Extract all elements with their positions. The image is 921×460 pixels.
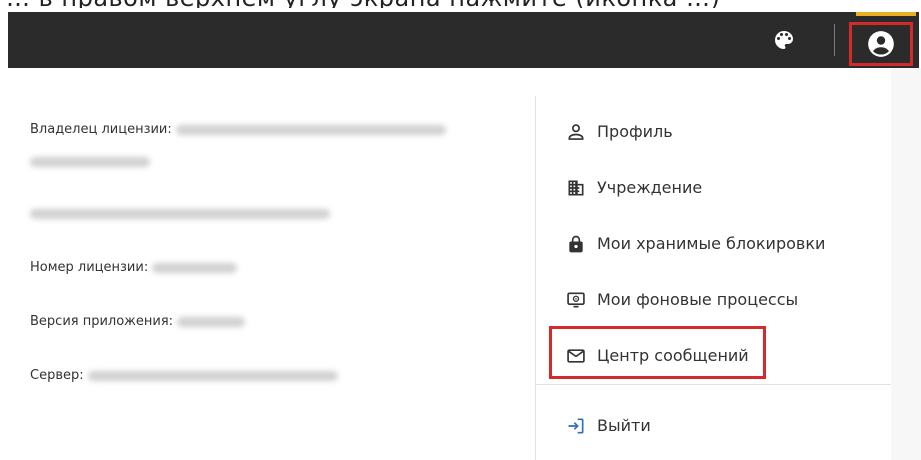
- palette-icon: [775, 31, 793, 49]
- license-owner-row: Владелец лицензии:: [30, 122, 446, 137]
- lock-icon: [569, 235, 583, 253]
- menu-item-stored-locks[interactable]: Мои хранимые блокировки: [536, 224, 892, 264]
- accent-strip: [856, 12, 916, 16]
- menu-item-label: Мои хранимые блокировки: [597, 234, 826, 253]
- app-screen: … в правом верхнем углу экрана нажмите (…: [0, 0, 921, 460]
- background-edge: [891, 68, 921, 460]
- menu-item-profile[interactable]: Профиль: [536, 112, 892, 152]
- menu-item-logout[interactable]: Выйти: [536, 406, 892, 446]
- redacted-value: [87, 370, 338, 381]
- account-button[interactable]: [849, 22, 913, 66]
- redacted-value: [30, 156, 150, 167]
- license-owner-label: Владелец лицензии:: [30, 122, 172, 137]
- menu-divider: [536, 384, 892, 385]
- menu-item-label: Профиль: [597, 122, 673, 141]
- mail-icon: [567, 349, 585, 363]
- server-label: Сервер:: [30, 368, 84, 383]
- logout-icon: [568, 418, 584, 434]
- redacted-value: [30, 208, 330, 219]
- toolbar-divider: [834, 24, 835, 56]
- monitor-icon: [567, 292, 585, 308]
- menu-item-background-processes[interactable]: Мои фоновые процессы: [536, 280, 892, 320]
- menu-item-message-center[interactable]: Центр сообщений: [536, 336, 892, 376]
- menu-item-institution[interactable]: Учреждение: [536, 168, 892, 208]
- top-app-bar: [8, 12, 919, 68]
- server-row: Сервер:: [30, 368, 338, 383]
- person-icon: [568, 124, 584, 140]
- theme-button[interactable]: [772, 28, 796, 52]
- license-owner-row-3: [30, 206, 330, 221]
- app-version-label: Версия приложения:: [30, 314, 174, 329]
- building-icon: [568, 180, 584, 196]
- license-number-row: Номер лицензии:: [30, 260, 238, 275]
- menu-item-label: Центр сообщений: [597, 346, 749, 365]
- account-circle-icon: [868, 31, 894, 57]
- redacted-value: [152, 262, 238, 273]
- redacted-value: [177, 316, 246, 327]
- menu-item-label: Выйти: [597, 416, 651, 435]
- user-dropdown-menu: Профиль Учреждение Мои хранимые блокиров…: [535, 96, 892, 460]
- cropped-caption: … в правом верхнем углу экрана нажмите (…: [0, 0, 921, 8]
- license-number-label: Номер лицензии:: [30, 260, 149, 275]
- redacted-value: [175, 124, 446, 135]
- app-version-row: Версия приложения:: [30, 314, 246, 329]
- license-owner-row-2: [30, 154, 150, 169]
- menu-item-label: Учреждение: [597, 178, 703, 197]
- menu-item-label: Мои фоновые процессы: [597, 290, 799, 309]
